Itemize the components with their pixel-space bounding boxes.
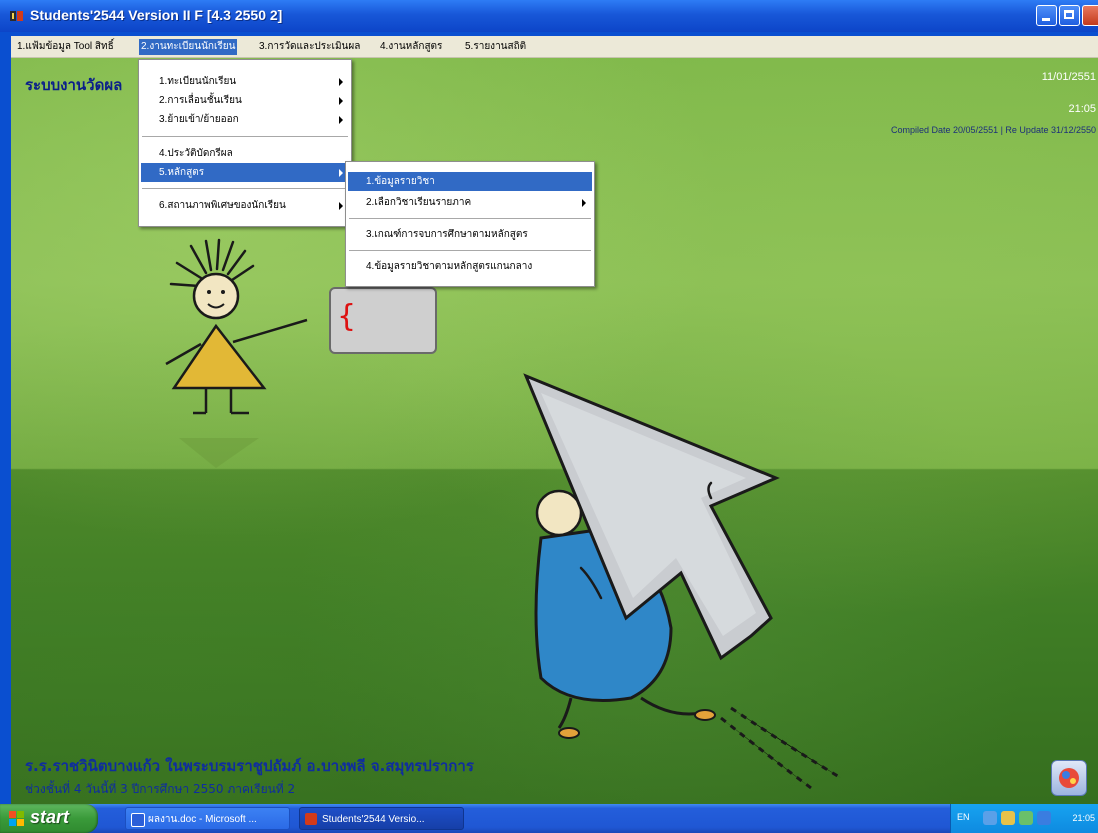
taskbar-clock: 21:05: [1072, 813, 1095, 823]
shortcut-icon-box[interactable]: {: [329, 287, 437, 354]
menu-item-transfer[interactable]: 3.ย้ายเข้า/ย้ายออก: [141, 110, 349, 129]
system-heading: ระบบงานวัดผล: [25, 76, 123, 94]
start-button[interactable]: start: [0, 804, 98, 833]
chevron-right-icon: [339, 97, 343, 105]
title-bar[interactable]: Students'2544 Version II F [4.3 2550 2]: [0, 0, 1098, 32]
students-app-icon: [305, 813, 317, 825]
chevron-right-icon: [339, 78, 343, 86]
menu-reports[interactable]: 5.รายงานสถิติ: [463, 39, 528, 55]
term-info: ช่วงชั้นที่ 4 วันนี้ที่ 3 ปีการศึกษา 255…: [25, 782, 296, 796]
taskbar-word-document[interactable]: ผลงาน.doc - Microsoft ...: [125, 807, 290, 830]
menu-file[interactable]: 1.แฟ้มข้อมูล Tool สิทธิ์: [15, 39, 116, 55]
chevron-right-icon: [339, 202, 343, 210]
app-shortcut-icon[interactable]: [1051, 760, 1087, 796]
school-name: ร.ร.ราชวินิตบางแก้ว ในพระบรมราชูปถัมภ์ อ…: [25, 757, 474, 775]
chevron-right-icon: [339, 169, 343, 177]
minimize-button[interactable]: [1036, 5, 1057, 26]
maximize-button[interactable]: [1059, 5, 1080, 26]
menu-registration[interactable]: 2.งานทะเบียนนักเรียน: [139, 39, 238, 55]
language-indicator[interactable]: EN: [957, 812, 970, 822]
windows-logo-icon: [9, 811, 24, 826]
window-title: Students'2544 Version II F [4.3 2550 2]: [30, 7, 283, 23]
menu-separator: [142, 188, 348, 190]
current-date: 11/01/2551: [1041, 71, 1096, 83]
word-icon: [131, 813, 145, 827]
volume-icon[interactable]: [1019, 811, 1033, 825]
menu-curriculum[interactable]: 4.งานหลักสูตร: [378, 39, 444, 55]
registration-menu-dropdown: 1.ทะเบียนนักเรียน 2.การเลื่อนชั้นเรียน 3…: [138, 59, 352, 227]
start-label: start: [30, 807, 70, 827]
taskbar: start ผลงาน.doc - Microsoft ... Students…: [0, 804, 1098, 833]
brace-icon: {: [337, 299, 357, 334]
current-time: 21:05: [1068, 103, 1096, 115]
submenu-item-core-curriculum[interactable]: 4.ข้อมูลรายวิชาตามหลักสูตรแกนกลาง: [348, 257, 592, 276]
system-tray: EN 21:05: [950, 804, 1098, 833]
menu-bar: 1.แฟ้มข้อมูล Tool สิทธิ์ 2.งานทะเบียนนัก…: [11, 36, 1098, 58]
menu-separator: [142, 136, 348, 138]
network-icon[interactable]: [983, 811, 997, 825]
curriculum-submenu: 1.ข้อมูลรายวิชา 2.เลือกวิชาเรียนรายภาค 3…: [345, 161, 595, 287]
globe-icon: [1059, 768, 1079, 788]
compiled-date-info: Compiled Date 20/05/2551 | Re Update 31/…: [891, 125, 1096, 135]
shield-icon[interactable]: [1001, 811, 1015, 825]
menu-evaluation[interactable]: 3.การวัดและประเมินผล: [257, 39, 362, 55]
submenu-item-select-course[interactable]: 2.เลือกวิชาเรียนรายภาค: [348, 193, 592, 212]
chevron-right-icon: [339, 116, 343, 124]
menu-item-promotion[interactable]: 2.การเลื่อนชั้นเรียน: [141, 91, 349, 110]
monitor-icon[interactable]: [1037, 811, 1051, 825]
menu-separator: [349, 218, 591, 220]
taskbar-students-app[interactable]: Students'2544 Versio...: [299, 807, 464, 830]
menu-item-curriculum[interactable]: 5.หลักสูตร: [141, 163, 349, 182]
chevron-right-icon: [582, 199, 586, 207]
submenu-item-graduation-criteria[interactable]: 3.เกณฑ์การจบการศึกษาตามหลักสูตร: [348, 225, 592, 244]
close-button[interactable]: [1082, 5, 1098, 26]
menu-item-special-status[interactable]: 6.สถานภาพพิเศษของนักเรียน: [141, 196, 349, 215]
menu-item-student-records[interactable]: 1.ทะเบียนนักเรียน: [141, 72, 349, 91]
submenu-item-course-data[interactable]: 1.ข้อมูลรายวิชา: [348, 172, 592, 191]
app-icon: [10, 11, 23, 21]
menu-item-history[interactable]: 4.ประวัติบัดกรีผล: [141, 144, 349, 163]
menu-separator: [349, 250, 591, 252]
